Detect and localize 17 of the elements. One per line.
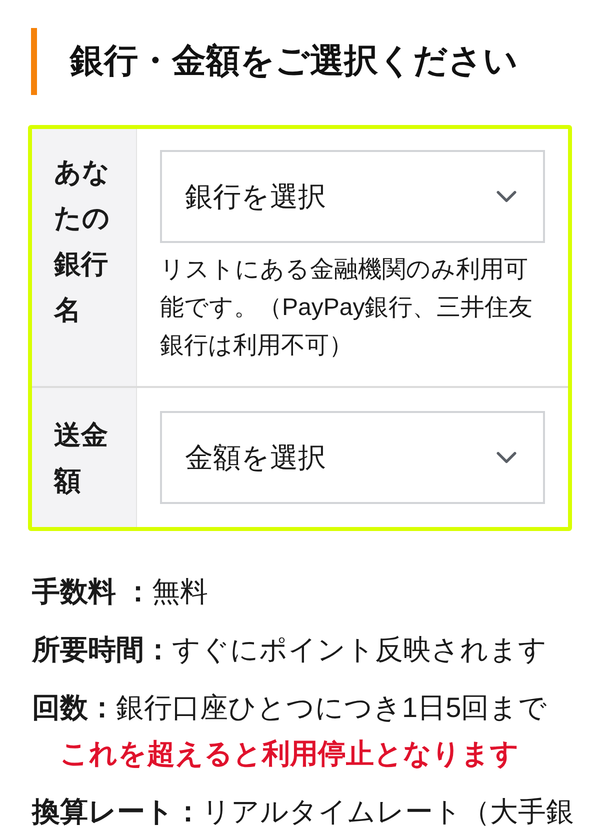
- chevron-down-icon: [496, 451, 517, 464]
- detail-label: 手数料 ：: [32, 575, 152, 609]
- detail-value: リアルタイムレート（大手銀: [202, 795, 574, 829]
- detail-value: すぐにポイント反映されます: [172, 633, 547, 667]
- chevron-down-icon: [496, 190, 517, 203]
- detail-value: 無料: [152, 575, 208, 609]
- field-label: 送金額: [32, 388, 137, 527]
- dropdown-field[interactable]: 金額を選択: [160, 411, 545, 504]
- help-text: リストにある金融機関のみ利用可能です。（PayPay銀行、三井住友銀行は利用不可）: [160, 255, 534, 361]
- detail-value: 銀行口座ひとつにつき1日5回まで: [116, 691, 548, 725]
- detail-label: 回数：: [32, 691, 116, 725]
- field-label: あなたの銀行名: [32, 129, 137, 386]
- dropdown-field[interactable]: 銀行を選択: [160, 150, 545, 243]
- detail-label: 所要時間：: [32, 633, 172, 667]
- detail-label: 換算レート：: [32, 795, 202, 829]
- section-heading: 銀行・金額をご選択ください: [31, 28, 572, 95]
- warning-text: これを超えると利用停止となります: [60, 738, 519, 769]
